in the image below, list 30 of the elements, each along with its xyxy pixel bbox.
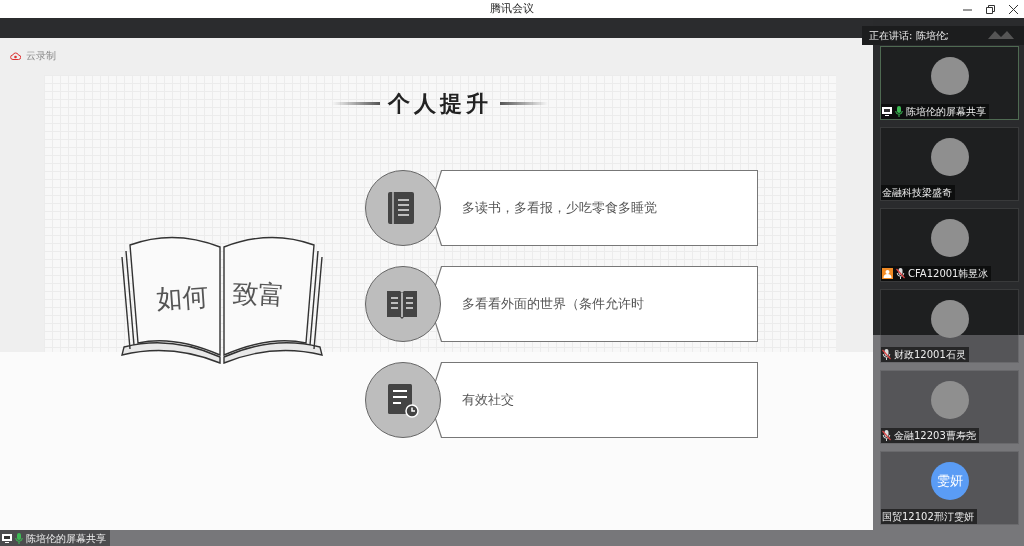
book-caption: 致富 [231, 277, 285, 311]
participant-tile[interactable]: CFA12001韩昱冰 [880, 208, 1019, 282]
slide-title: 个人提升 [388, 90, 492, 118]
close-icon[interactable] [1009, 4, 1018, 14]
avatar-photo-placeholder [930, 138, 969, 176]
avatar-initials: 雯妍 [930, 462, 969, 500]
participant-tile[interactable]: 金融12203曹寿尧 [880, 370, 1019, 444]
participant-name: 国贸12102邢汀雯妍 [882, 510, 974, 524]
book-caption: 如何 [155, 280, 210, 315]
speaking-label: 正在讲话: 陈培伦; [869, 29, 949, 43]
avatar-photo-placeholder [930, 219, 969, 257]
share-label: 陈培伦的屏幕共享 [26, 531, 106, 546]
participant-name: 金融科技梁盛奇 [882, 186, 952, 200]
avatar-photo-placeholder [930, 300, 969, 338]
participant-name: 陈培伦的屏幕共享 [906, 105, 986, 119]
participant-tile[interactable]: 陈培伦的屏幕共享 [880, 46, 1019, 120]
window-title: 腾讯会议 [490, 1, 534, 17]
participant-name: CFA12001韩昱冰 [908, 267, 989, 281]
participant-tile[interactable]: 雯妍 国贸12102邢汀雯妍 [880, 451, 1019, 525]
logo-icon [986, 29, 1016, 41]
restore-icon[interactable] [986, 4, 995, 14]
avatar-photo-placeholder [930, 381, 969, 419]
participant-tile[interactable]: 金融科技梁盛奇 [880, 127, 1019, 201]
recording-label: 云录制 [26, 49, 56, 63]
cloud-icon [10, 51, 21, 60]
document-clock-icon [386, 382, 420, 418]
participant-tile[interactable]: 财政12001石灵 [880, 289, 1019, 363]
avatar-photo-placeholder [930, 57, 969, 95]
participant-name: 财政12001石灵 [894, 348, 966, 362]
participant-name: 金融12203曹寿尧 [894, 429, 976, 443]
